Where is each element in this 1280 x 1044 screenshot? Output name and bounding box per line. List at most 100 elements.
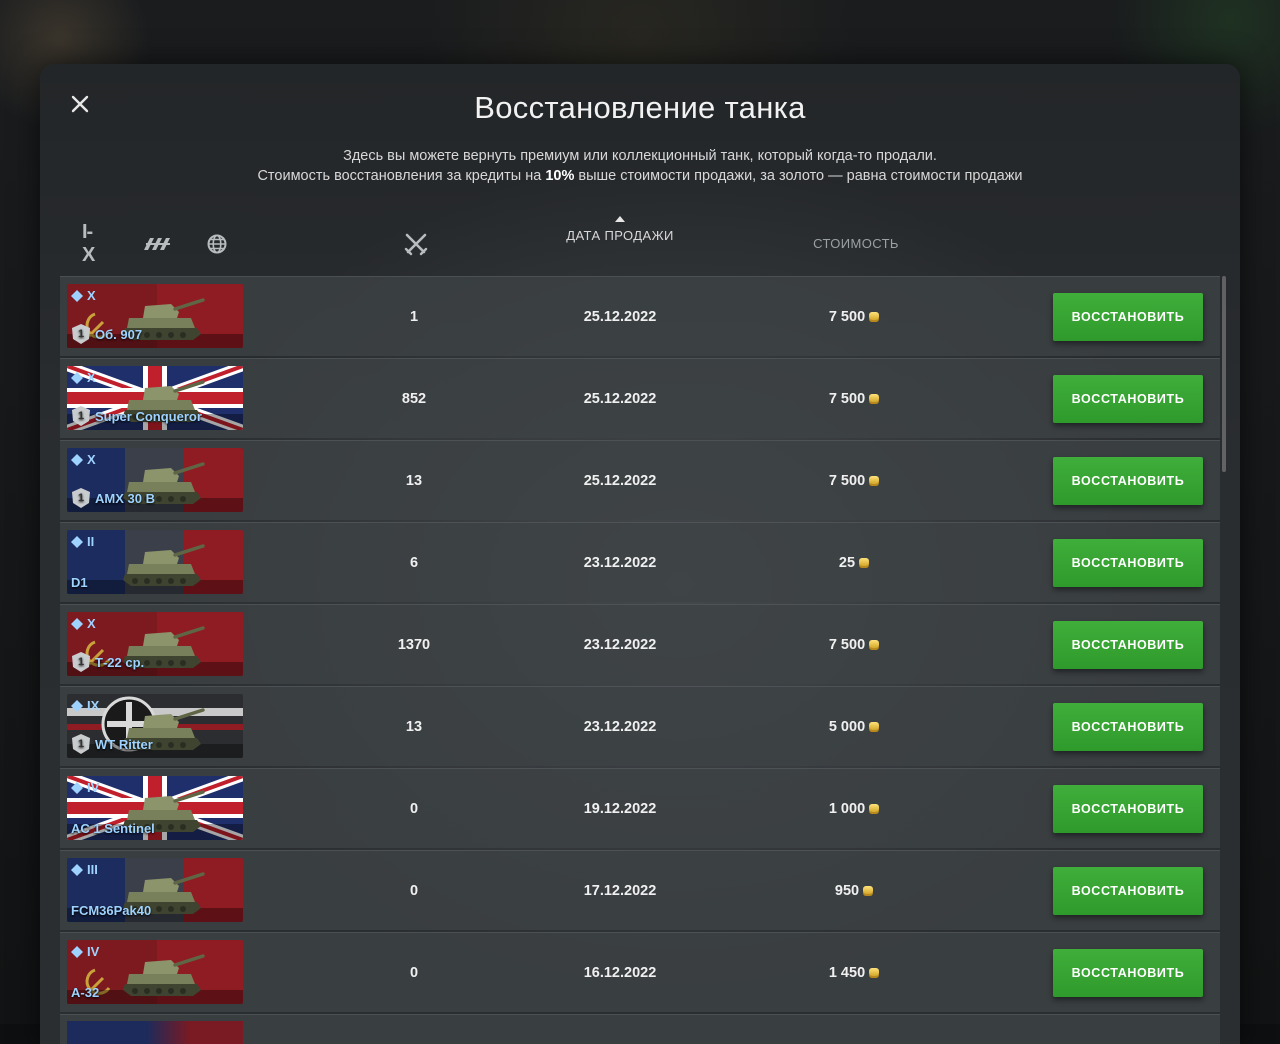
tank-tier: X — [71, 616, 96, 631]
tank-class-icon — [71, 617, 83, 630]
restore-button[interactable]: ВОССТАНОВИТЬ — [1053, 949, 1203, 997]
restore-button[interactable]: ВОССТАНОВИТЬ — [1053, 703, 1203, 751]
restore-cost: 7 500 — [794, 441, 914, 521]
table-row: X 1 Super Conqueror 852 25.12.2022 7 500… — [60, 358, 1220, 438]
battles-column-header[interactable] — [402, 230, 430, 258]
table-row: IV A-32 0 16.12.2022 1 450 ВОССТАНОВИТЬ — [60, 932, 1220, 1012]
mastery-badge-icon: 1 — [72, 324, 90, 344]
tank-name: 1 Super Conqueror — [71, 406, 202, 426]
tank-card[interactable]: X 1 Super Conqueror — [67, 366, 243, 430]
tank-card[interactable]: X 1 Об. 907 — [67, 284, 243, 348]
table-row: IV AC 1 Sentinel 0 19.12.2022 1 000 ВОСС… — [60, 768, 1220, 848]
tank-icon — [123, 954, 205, 996]
sort-arrow-icon — [615, 216, 625, 222]
sale-date: 25.12.2022 — [583, 391, 657, 407]
tank-name: 1 AMX 30 B — [71, 488, 155, 508]
sale-date: 23.12.2022 — [583, 719, 657, 735]
tank-class-icon — [71, 945, 83, 958]
restore-button[interactable]: ВОССТАНОВИТЬ — [1053, 785, 1203, 833]
restore-cost: 7 500 — [794, 277, 914, 357]
restore-button[interactable]: ВОССТАНОВИТЬ — [1053, 621, 1203, 669]
tier-filter[interactable]: I-X — [82, 221, 95, 266]
tank-name: FCM36Pak40 — [71, 903, 152, 918]
vehicle-type-icon — [144, 238, 170, 250]
description-line-1: Здесь вы можете вернуть премиум или колл… — [343, 148, 937, 164]
battles-count: 0 — [409, 801, 419, 817]
sale-date: 25.12.2022 — [583, 309, 657, 325]
battles-count: 13 — [405, 473, 423, 489]
tank-name: 1 WT Ritter — [71, 734, 153, 754]
tank-card[interactable]: IV AC 1 Sentinel — [67, 776, 243, 840]
globe-icon — [207, 234, 227, 254]
description-line-2: Стоимость восстановления за кредиты на 1… — [257, 168, 1023, 184]
restore-cost: 1 450 — [794, 933, 914, 1013]
battles-count: 0 — [409, 965, 419, 981]
restore-cost: 5 000 — [794, 687, 914, 767]
gold-coin-icon — [869, 312, 880, 320]
restore-cost: 25 — [794, 523, 914, 603]
restore-button[interactable]: ВОССТАНОВИТЬ — [1053, 457, 1203, 505]
battles-count: 852 — [401, 391, 427, 407]
sale-date: 23.12.2022 — [583, 637, 657, 653]
restore-cost: 7 500 — [794, 605, 914, 685]
tank-card[interactable]: IX 1 WT Ritter — [67, 694, 243, 758]
nation-filter[interactable] — [206, 230, 228, 258]
tank-name: A-32 — [71, 985, 100, 1000]
tank-tier: X — [71, 370, 96, 385]
tank-class-icon — [71, 781, 83, 794]
gold-coin-icon — [859, 558, 870, 566]
tank-card[interactable]: IV A-32 — [67, 940, 243, 1004]
table-row: X 1 Об. 907 1 25.12.2022 7 500 ВОССТАНОВ… — [60, 276, 1220, 356]
sale-date: 25.12.2022 — [583, 473, 657, 489]
table-row: IX 1 WT Ritter 13 23.12.2022 5 000 ВОССТ… — [60, 686, 1220, 766]
vehicle-type-filter[interactable] — [142, 230, 174, 258]
gold-coin-icon — [869, 640, 880, 648]
sale-date-column-header[interactable]: ДАТА ПРОДАЖИ — [540, 216, 700, 243]
gold-coin-icon — [869, 476, 880, 484]
tank-tier: X — [71, 288, 96, 303]
restore-button[interactable]: ВОССТАНОВИТЬ — [1053, 867, 1203, 915]
tank-card[interactable]: X 1 AMX 30 B — [67, 448, 243, 512]
mastery-badge-icon: 1 — [72, 734, 90, 754]
restore-cost: 950 — [794, 851, 914, 931]
restore-button[interactable]: ВОССТАНОВИТЬ — [1053, 293, 1203, 341]
table-row: X 1 Т-22 ср. 1370 23.12.2022 7 500 ВОССТ… — [60, 604, 1220, 684]
tank-tier: IX — [71, 698, 99, 713]
list-scrollbar[interactable] — [1222, 276, 1226, 472]
table-row: II D1 6 23.12.2022 25 ВОССТАНОВИТЬ — [60, 522, 1220, 602]
tank-class-icon — [71, 289, 83, 302]
mastery-badge-icon: 1 — [72, 652, 90, 672]
restore-button[interactable]: ВОССТАНОВИТЬ — [1053, 375, 1203, 423]
table-row: X 1 AMX 30 B 13 25.12.2022 7 500 ВОССТАН… — [60, 440, 1220, 520]
tank-card[interactable]: III FCM36Pak40 — [67, 858, 243, 922]
tank-tier: IV — [71, 780, 99, 795]
restore-cost: 1 000 — [794, 769, 914, 849]
restore-button[interactable]: ВОССТАНОВИТЬ — [1053, 539, 1203, 587]
gold-coin-icon — [869, 394, 880, 402]
battles-count: 6 — [409, 555, 419, 571]
cost-column-header[interactable]: СТОИМОСТЬ — [776, 236, 936, 251]
sale-date: 17.12.2022 — [583, 883, 657, 899]
tank-card — [67, 1021, 243, 1044]
tank-card[interactable]: II D1 — [67, 530, 243, 594]
sale-date: 19.12.2022 — [583, 801, 657, 817]
tank-class-icon — [71, 699, 83, 712]
gold-coin-icon — [863, 886, 874, 894]
tank-tier: X — [71, 452, 96, 467]
tank-tier: II — [71, 534, 94, 549]
restore-cost: 7 500 — [794, 359, 914, 439]
tank-name: 1 Т-22 ср. — [71, 652, 144, 672]
tank-icon — [123, 544, 205, 586]
tank-tier: III — [71, 862, 98, 877]
mastery-badge-icon: 1 — [72, 488, 90, 508]
dialog-title: Восстановление танка — [474, 90, 806, 125]
sale-date: 16.12.2022 — [583, 965, 657, 981]
tank-list: X 1 Об. 907 1 25.12.2022 7 500 ВОССТАНОВ… — [60, 276, 1220, 1014]
mastery-badge-icon: 1 — [72, 406, 90, 426]
battles-count: 1 — [409, 309, 419, 325]
crossed-swords-icon — [404, 233, 428, 256]
battles-count: 13 — [405, 719, 423, 735]
tank-class-icon — [71, 371, 83, 384]
tank-card[interactable]: X 1 Т-22 ср. — [67, 612, 243, 676]
tank-class-icon — [71, 535, 83, 548]
